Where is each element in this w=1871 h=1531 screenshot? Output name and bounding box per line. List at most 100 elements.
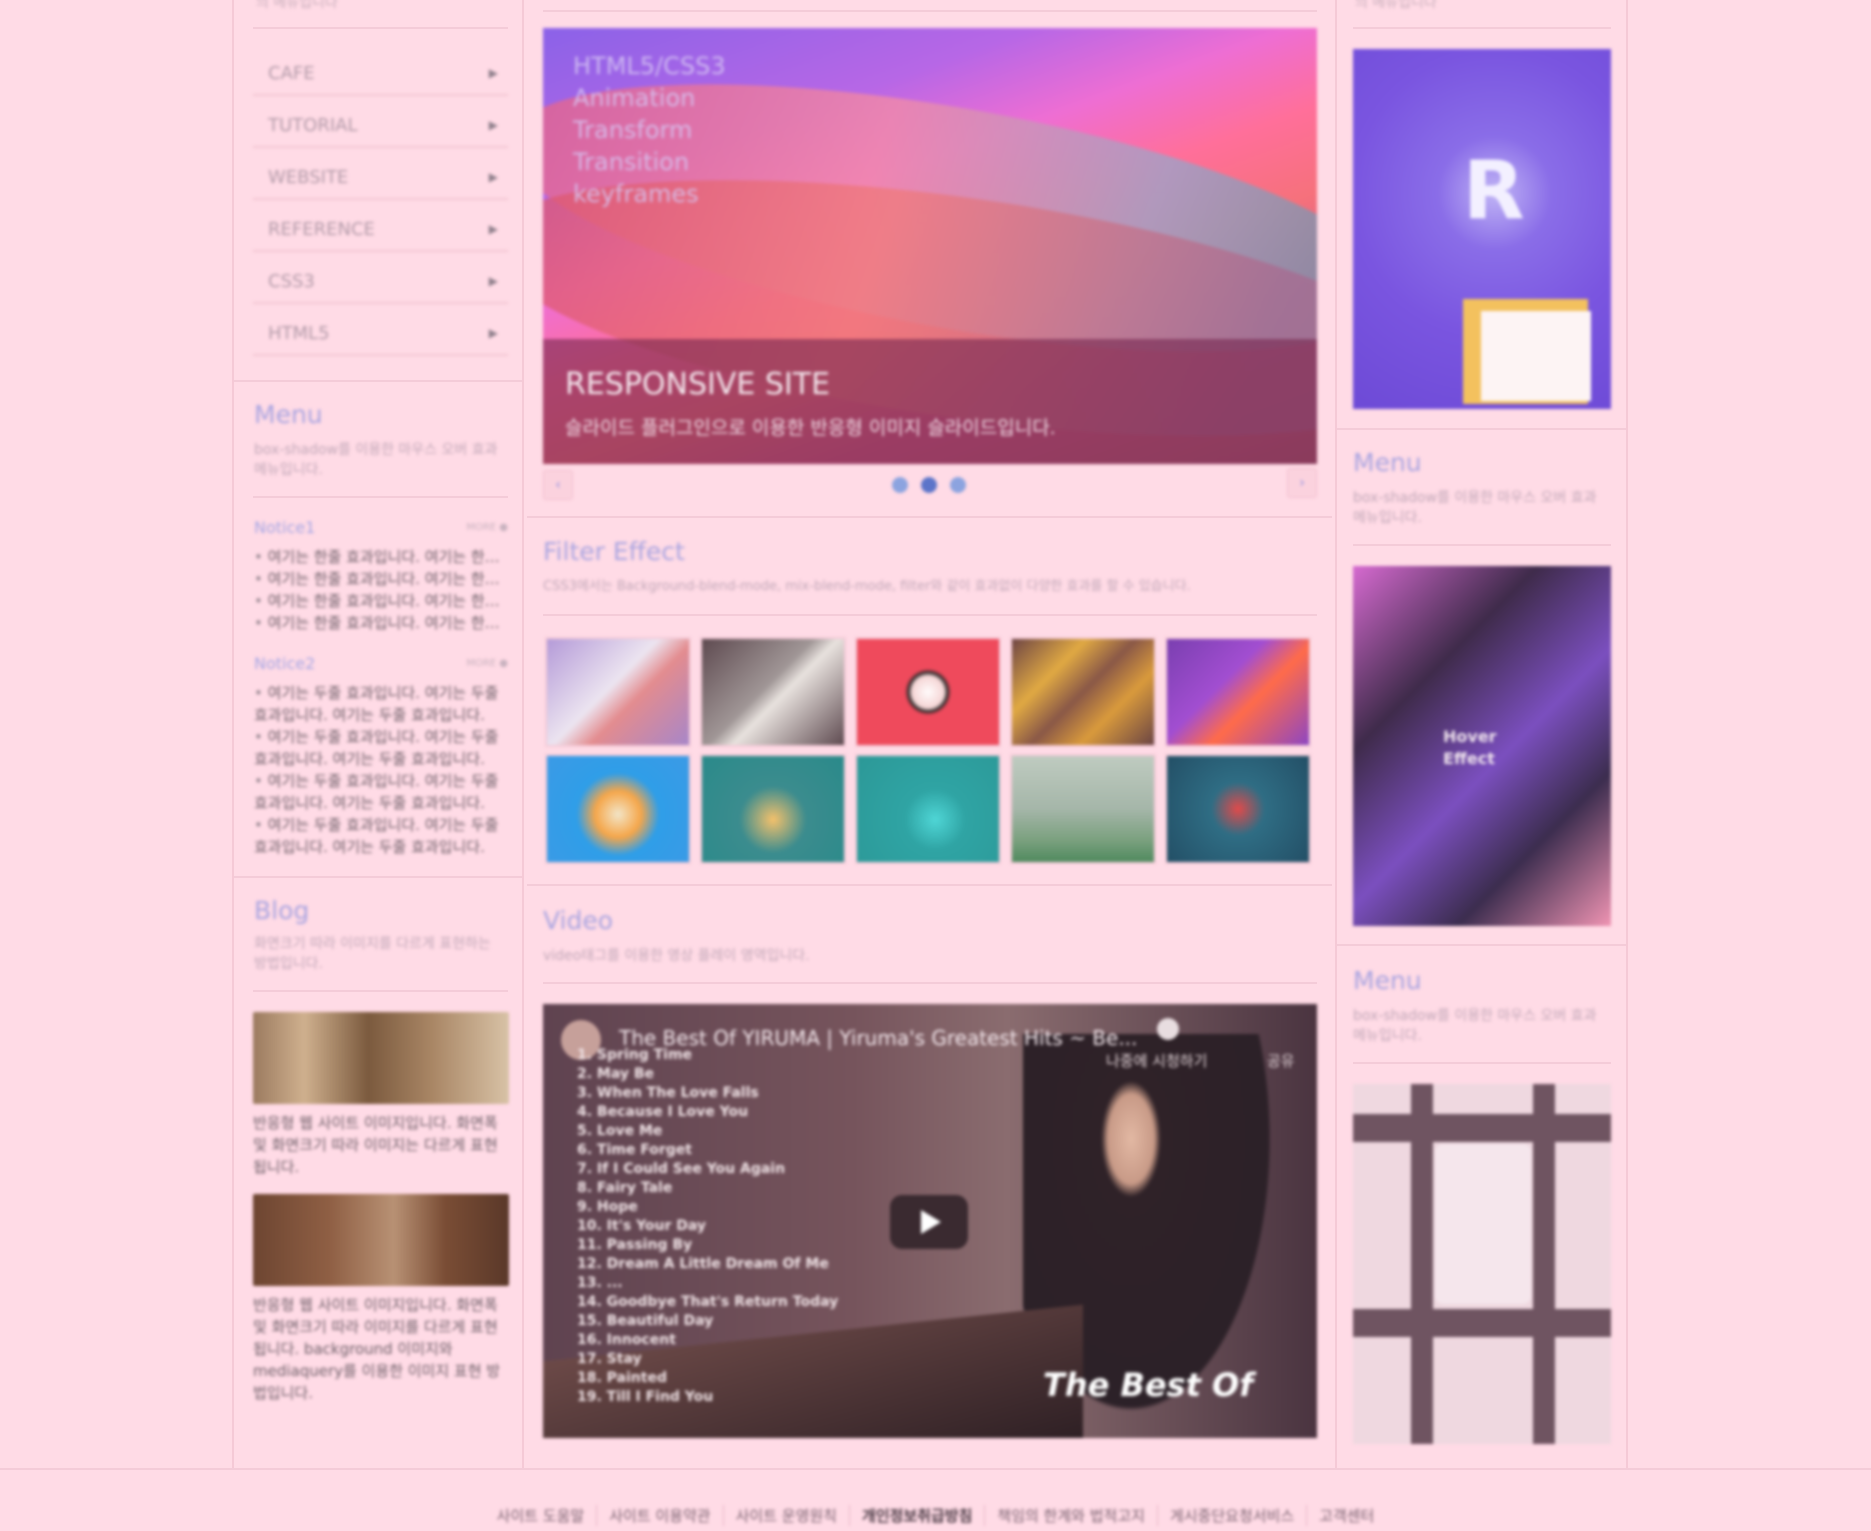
gallery-item[interactable] — [700, 754, 846, 864]
blog-post1-image[interactable] — [253, 1012, 509, 1104]
list-item: 14. Goodbye That's Return Today — [577, 1294, 839, 1310]
list-item[interactable]: 여기는 두줄 효과입니다. 여기는 두줄 효과입니다. 여기는 두줄 효과입니다… — [254, 814, 508, 858]
nav-item-tutorial[interactable]: TUTORIAL ▶ — [253, 104, 508, 148]
list-item[interactable]: 여기는 한줄 효과입니다. 여기는 한줄 효과입니다. — [254, 590, 508, 612]
gallery-item[interactable] — [1010, 754, 1156, 864]
chevron-right-icon: ▶ — [488, 274, 498, 288]
video-tracklist: 1. Spring Time 2. May Be 3. When The Lov… — [577, 1046, 838, 1407]
blog-post2-image[interactable] — [253, 1194, 509, 1286]
right-top-text: 의 메뉴입니다 — [1355, 0, 1437, 11]
list-item[interactable]: 여기는 두줄 효과입니다. 여기는 두줄 효과입니다. 여기는 두줄 효과입니다… — [254, 726, 508, 770]
right-image-3[interactable] — [1353, 1084, 1611, 1444]
letter-r-logo: R — [1463, 144, 1525, 237]
list-item: 13. ... — [577, 1275, 623, 1291]
list-item[interactable]: 여기는 한줄 효과입니다. 여기는 한줄 효과입니다. — [254, 568, 508, 590]
slider-caption-title: RESPONSIVE SITE — [565, 367, 831, 402]
list-item: 2. May Be — [577, 1066, 655, 1082]
footer-link[interactable]: 사이트 도움말 — [485, 1505, 597, 1526]
gallery-item[interactable] — [1165, 754, 1311, 864]
slider-dot-1[interactable] — [892, 477, 908, 493]
right-image-hover-effect[interactable]: Hover Effect — [1353, 566, 1611, 926]
menu-desc: box-shadow를 이용한 마우스 오버 효과 메뉴입니다. — [254, 442, 498, 478]
blog-title: Blog — [254, 896, 310, 925]
slider-caption: RESPONSIVE SITE 슬라이드 플러그인으로 이용한 반응형 이미지 … — [543, 339, 1317, 464]
notice2-header: Notice2 MORE ● — [254, 654, 508, 673]
chevron-right-icon: ▶ — [488, 326, 498, 340]
notice1-more-link[interactable]: MORE ● — [466, 522, 508, 533]
list-item: 18. Painted — [577, 1370, 667, 1386]
video-player[interactable]: The Best Of YIRUMA | Yiruma's Greatest H… — [543, 1004, 1317, 1438]
slider-prev-button[interactable]: ‹ — [543, 470, 573, 500]
nav-item-label: CSS3 — [268, 270, 315, 292]
list-item: 17. Stay — [577, 1351, 642, 1367]
slider-caption-desc: 슬라이드 플러그인으로 이용한 반응형 이미지 슬라이드입니다. — [565, 417, 1056, 439]
left-top-text: 의 메뉴입니다 — [256, 0, 338, 11]
list-item: 9. Hope — [577, 1199, 638, 1215]
image-decoration — [1435, 1144, 1531, 1304]
nav-item-reference[interactable]: REFERENCE ▶ — [253, 208, 508, 252]
slider-topic-list: HTML5/CSS3 Animation Transform Transitio… — [573, 50, 726, 210]
image-decoration — [1353, 1114, 1611, 1142]
notice1-title: Notice1 — [254, 518, 316, 537]
main-content: HTML5/CSS3 Animation Transform Transitio… — [527, 0, 1332, 1468]
chevron-right-icon: ▶ — [488, 66, 498, 80]
list-item: 10. It's Your Day — [577, 1218, 707, 1234]
list-item: 5. Love Me — [577, 1123, 663, 1139]
gallery-item[interactable] — [545, 754, 691, 864]
right-image-1[interactable]: R — [1353, 49, 1611, 409]
gallery-item[interactable] — [855, 754, 1001, 864]
gallery-item[interactable] — [1165, 637, 1311, 747]
play-button-icon[interactable] — [890, 1195, 968, 1249]
blog-desc: 화면크기 따라 이미지를 다르게 표현하는 방법입니다. — [254, 936, 491, 972]
list-item: 8. Fairy Tale — [577, 1180, 673, 1196]
list-item[interactable]: 여기는 두줄 효과입니다. 여기는 두줄 효과입니다. 여기는 두줄 효과입니다… — [254, 770, 508, 814]
footer-link[interactable]: 사이트 운영원칙 — [722, 1505, 849, 1526]
nav-item-css3[interactable]: CSS3 ▶ — [253, 260, 508, 304]
nav-item-website[interactable]: WEBSITE ▶ — [253, 156, 508, 200]
right-menu1-desc: box-shadow를 이용한 마우스 오버 효과 메뉴입니다. — [1353, 490, 1597, 526]
nav-item-label: CAFE — [268, 62, 315, 84]
left-sidebar: 의 메뉴입니다 CAFE ▶ TUTORIAL ▶ WEBSITE ▶ REFEREN… — [232, 0, 524, 1468]
menu-title: Menu — [254, 400, 323, 429]
footer-link[interactable]: 고객센터 — [1306, 1505, 1386, 1526]
list-item[interactable]: 여기는 한줄 효과입니다. 여기는 한줄 효과입니다. — [254, 546, 508, 568]
nav-item-label: REFERENCE — [268, 218, 375, 240]
list-item: 7. If I Could See You Again — [577, 1161, 786, 1177]
share-button[interactable]: 공유 — [1267, 1050, 1295, 1071]
gallery-item[interactable] — [700, 637, 846, 747]
list-item[interactable]: 여기는 한줄 효과입니다. 여기는 한줄 효과입니다. — [254, 612, 508, 634]
gallery-item[interactable] — [1010, 637, 1156, 747]
hover-effect-label: Hover Effect — [1443, 727, 1497, 768]
footer-link[interactable]: 책임의 한계와 법적고지 — [984, 1505, 1157, 1526]
list-item: Transition — [573, 148, 690, 176]
right-menu2-desc: box-shadow를 이용한 마우스 오버 효과 메뉴입니다. — [1353, 1008, 1597, 1044]
notice2-title: Notice2 — [254, 654, 316, 673]
right-sidebar: 의 메뉴입니다 R Menu box-shadow를 이용한 마우스 오버 효과… — [1335, 0, 1628, 1468]
chevron-right-icon: ▶ — [488, 222, 498, 236]
list-item: 19. Till I Find You — [577, 1389, 714, 1405]
filter-desc: CSS3에서는 Background-blend-mode, mix-blend… — [543, 579, 1191, 594]
list-item: HTML5/CSS3 — [573, 52, 726, 80]
list-item: 12. Dream A Little Dream Of Me — [577, 1256, 829, 1272]
hero-slider[interactable]: HTML5/CSS3 Animation Transform Transitio… — [543, 28, 1317, 464]
blog-post2-text[interactable]: 반응형 웹 사이트 이미지입니다. 화면폭 및 화면크기 따라 이미지를 다르게… — [253, 1294, 509, 1404]
blog-post1-text[interactable]: 반응형 웹 사이트 이미지입니다. 화면폭 및 화면크기 따라 이미지는 다르게… — [253, 1112, 509, 1178]
footer-link-privacy[interactable]: 개인정보취급방침 — [848, 1505, 984, 1526]
slider-next-button[interactable]: › — [1287, 468, 1317, 498]
gallery-item[interactable] — [855, 637, 1001, 747]
slider-dot-3[interactable] — [950, 477, 966, 493]
gallery-item[interactable] — [545, 637, 691, 747]
list-item: 16. Innocent — [577, 1332, 676, 1348]
nav-item-html5[interactable]: HTML5 ▶ — [253, 312, 508, 356]
clock-icon[interactable] — [1157, 1018, 1179, 1040]
watch-later-button[interactable]: 나중에 시청하기 — [1106, 1050, 1207, 1071]
nav-item-label: WEBSITE — [268, 166, 349, 188]
slider-dot-2[interactable] — [921, 477, 937, 493]
footer-link[interactable]: 게시중단요청서비스 — [1156, 1505, 1306, 1526]
footer-links: 사이트 도움말 사이트 이용약관 사이트 운영원칙 개인정보취급방침 책임의 한… — [0, 1505, 1871, 1526]
nav-item-cafe[interactable]: CAFE ▶ — [253, 52, 508, 96]
notice2-more-link[interactable]: MORE ● — [466, 658, 508, 669]
list-item: 15. Beautiful Day — [577, 1313, 714, 1329]
list-item[interactable]: 여기는 두줄 효과입니다. 여기는 두줄 효과입니다. 여기는 두줄 효과입니다… — [254, 682, 508, 726]
footer-link[interactable]: 사이트 이용약관 — [596, 1505, 722, 1526]
